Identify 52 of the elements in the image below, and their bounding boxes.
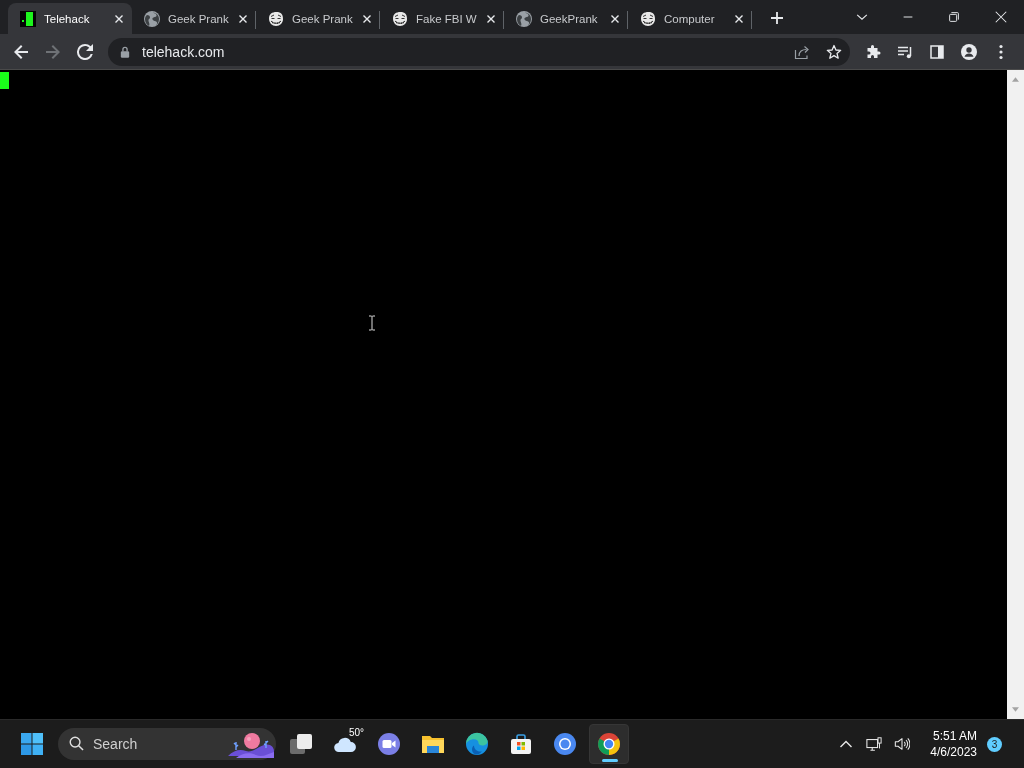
- side-panel-icon[interactable]: [929, 43, 945, 60]
- globe-icon: [144, 10, 160, 27]
- desert-moon-icon: [228, 730, 274, 758]
- tab-title: Geek Prank: [292, 12, 354, 25]
- browser-tab[interactable]: Fake FBI W: [380, 3, 504, 34]
- address-bar[interactable]: telehack.com: [108, 37, 850, 66]
- search-icon: [69, 736, 84, 751]
- text-cursor-icon: [368, 315, 376, 331]
- speaker-icon[interactable]: [894, 736, 911, 752]
- browser-tab[interactable]: Computer: [628, 3, 752, 34]
- active-app-indicator: [602, 759, 618, 762]
- video-chat-icon: [377, 732, 401, 756]
- tab-title: Computer: [664, 12, 716, 25]
- bookmark-star-icon[interactable]: [826, 43, 842, 60]
- task-view-icon: [289, 732, 313, 756]
- cartoon-face-icon: [268, 10, 284, 27]
- clock-time[interactable]: 5:51 AM: [932, 728, 977, 744]
- notification-badge[interactable]: 3: [987, 736, 1002, 752]
- cartoon-face-icon: [640, 10, 656, 27]
- tab-title: Fake FBI W: [416, 12, 478, 25]
- lock-icon[interactable]: [120, 45, 130, 58]
- profile-avatar-icon[interactable]: [961, 43, 977, 60]
- new-tab-icon[interactable]: [769, 10, 785, 26]
- clock-date[interactable]: 4/6/2023: [930, 744, 977, 760]
- browser-logo-icon: [597, 732, 621, 756]
- share-icon[interactable]: [794, 43, 810, 60]
- search-field[interactable]: Search: [58, 728, 276, 760]
- temperature-label: 50°: [348, 727, 364, 738]
- browser-tab[interactable]: Geek Prank: [256, 3, 380, 34]
- browser-tab[interactable]: Geek Prank: [132, 3, 256, 34]
- reload-icon[interactable]: [77, 43, 93, 60]
- windows-logo-icon[interactable]: [21, 733, 43, 755]
- terminal-cursor: [0, 72, 9, 89]
- tab-title: Telehack: [44, 12, 91, 25]
- globe-icon: [516, 10, 532, 27]
- network-monitor-icon[interactable]: [866, 736, 883, 752]
- shopping-bag-icon: [509, 732, 533, 756]
- taskbar-button[interactable]: [589, 724, 629, 764]
- close-icon[interactable]: [993, 10, 1008, 24]
- browser-tab[interactable]: GeekPrank: [504, 3, 628, 34]
- back-arrow-icon[interactable]: [13, 43, 29, 60]
- wave-logo-icon: [465, 732, 489, 756]
- tab-title: GeekPrank: [540, 12, 599, 25]
- browser-tab[interactable]: Telehack: [8, 3, 132, 34]
- cartoon-face-icon: [392, 10, 408, 27]
- taskbar-button[interactable]: 50°: [325, 724, 365, 764]
- puzzle-piece-icon[interactable]: [865, 43, 881, 60]
- tab-title: Geek Prank: [168, 12, 230, 25]
- menu-icon[interactable]: [999, 43, 1003, 60]
- browser-ring-icon: [553, 732, 577, 756]
- terminal-icon: [20, 10, 36, 27]
- restore-icon[interactable]: [947, 10, 961, 24]
